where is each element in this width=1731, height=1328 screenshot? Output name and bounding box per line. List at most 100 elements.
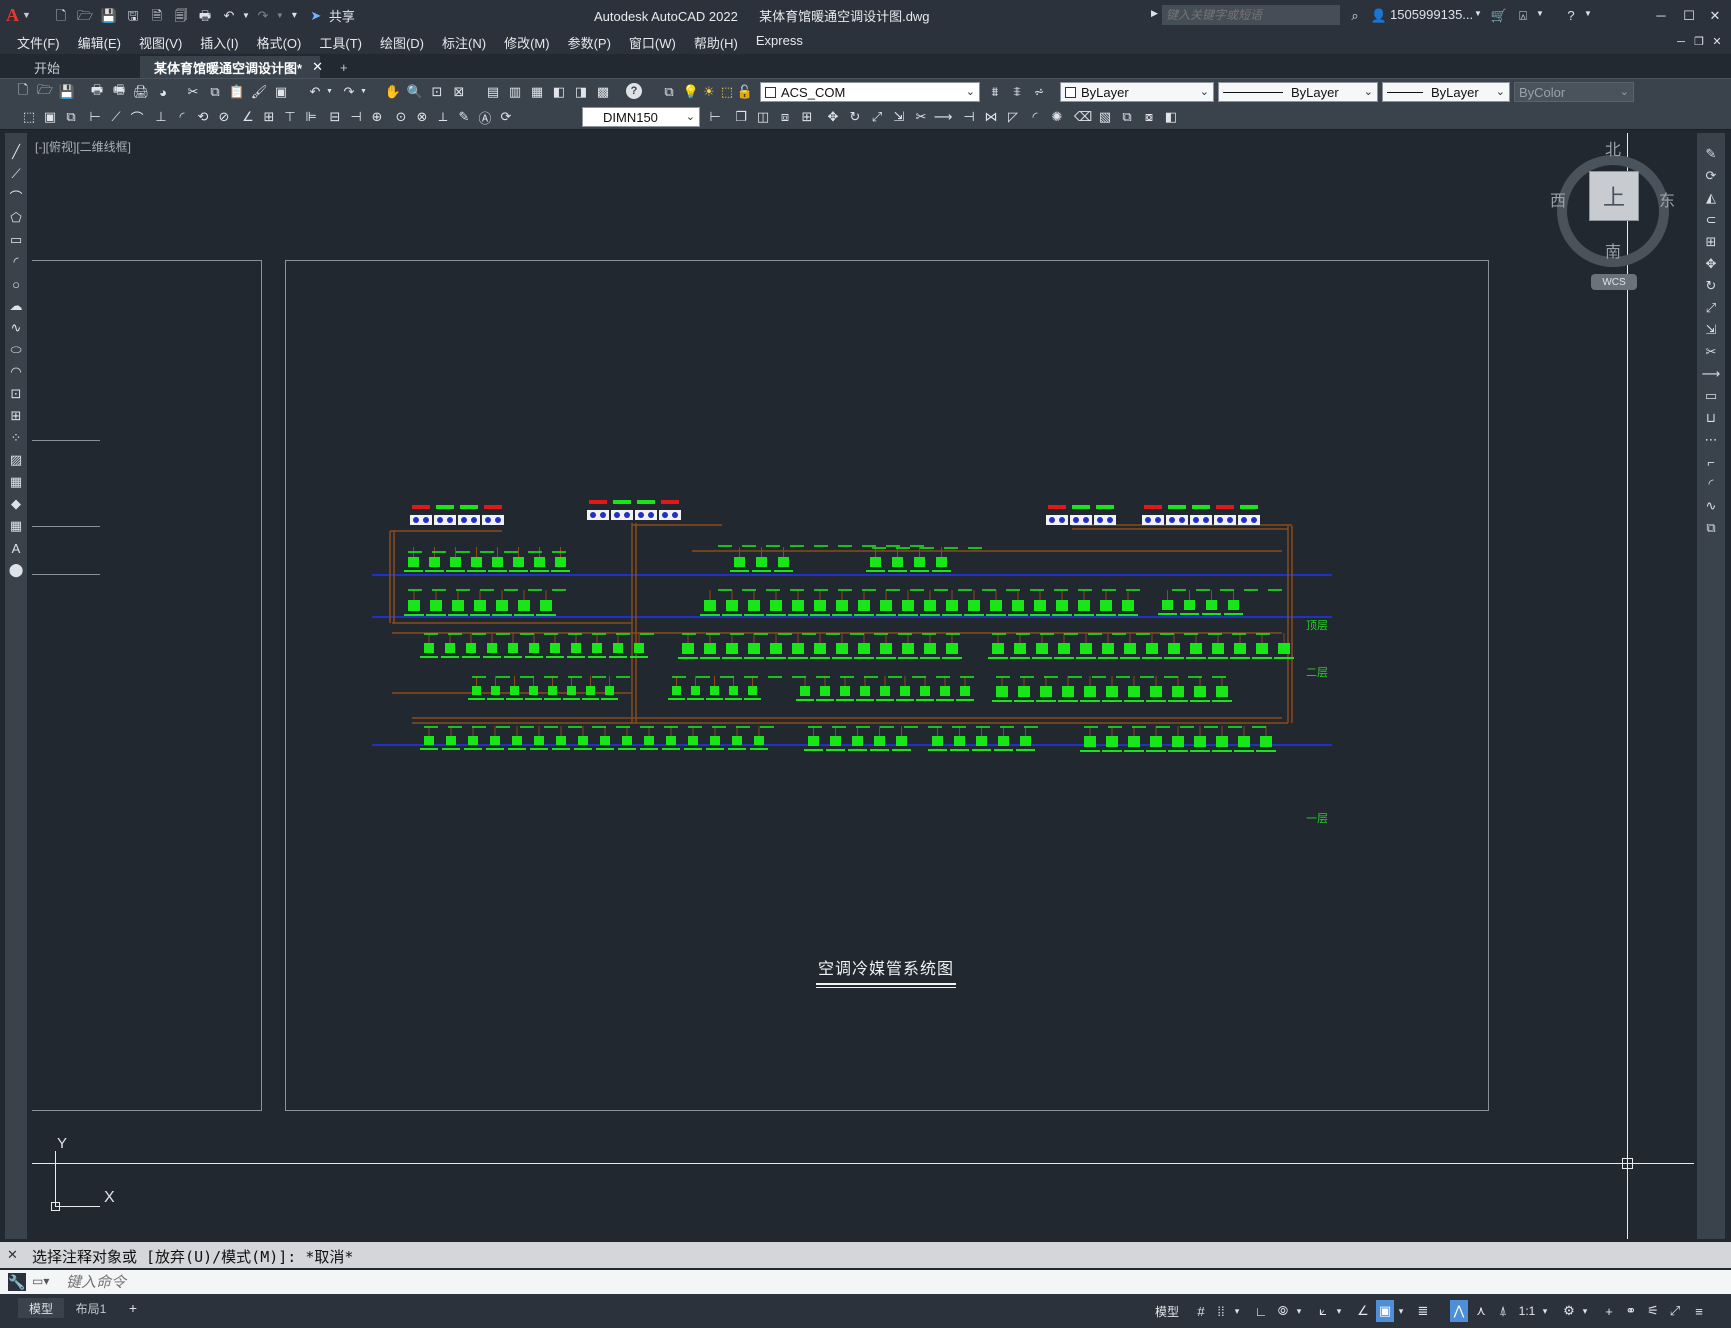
menu-item[interactable]: 插入(I) xyxy=(191,33,247,52)
dim-edit-icon[interactable]: ✎ xyxy=(455,108,473,126)
layer-combo[interactable]: ACS_COM ⌄ xyxy=(760,82,980,102)
tab-document[interactable]: 某体育馆暖通空调设计图* ✕ xyxy=(140,56,323,78)
chevron-down-icon[interactable]: ▼ xyxy=(1536,9,1544,18)
cut-icon[interactable]: ✂ xyxy=(184,83,202,101)
array-icon[interactable]: ⊞ xyxy=(1700,231,1722,253)
ellipse-arc-icon[interactable]: ◠ xyxy=(5,361,27,383)
dim-break-icon[interactable]: ⊣ xyxy=(347,108,365,126)
group-icon[interactable]: ⧉ xyxy=(1118,108,1136,126)
wcs-menu[interactable]: WCS xyxy=(1591,274,1637,290)
search-box[interactable] xyxy=(1162,5,1340,25)
scale-icon[interactable]: ⤢ xyxy=(1700,297,1722,319)
quick-dim-icon[interactable]: ⊞ xyxy=(260,108,278,126)
make-block-icon[interactable]: ⊞ xyxy=(5,405,27,427)
chevron-right-icon[interactable]: ▶ xyxy=(1151,8,1158,19)
compass-west[interactable]: 西 xyxy=(1550,187,1566,211)
add-layout-button[interactable]: + xyxy=(124,1298,142,1318)
polyline-icon[interactable]: ⌒ xyxy=(5,185,27,207)
mirror-icon[interactable]: ◫ xyxy=(754,108,772,126)
save-icon[interactable]: 💾 xyxy=(58,83,76,101)
region-icon[interactable]: ▧ xyxy=(1096,108,1114,126)
dimstyle-combo[interactable]: DIMN150 ⌄ xyxy=(582,107,700,127)
layer-state-icon[interactable]: ⩫ xyxy=(1030,83,1048,101)
plot-preview-icon[interactable]: 🖷 xyxy=(110,82,128,101)
array-icon[interactable]: ⊞ xyxy=(798,108,816,126)
join-icon[interactable]: ⋈ xyxy=(982,108,1000,126)
workspace-icon[interactable]: ⚙ xyxy=(1560,1300,1578,1322)
chevron-down-icon[interactable]: ▼ xyxy=(1584,9,1592,18)
isolate-icon[interactable]: ⤢ xyxy=(1666,1300,1684,1322)
close-icon[interactable]: ✕ xyxy=(7,1247,18,1263)
break-icon[interactable]: ⊣ xyxy=(960,108,978,126)
properties-icon[interactable]: ▤ xyxy=(484,83,502,101)
construction-line-icon[interactable]: ⟋ xyxy=(5,163,27,185)
publish-icon[interactable]: 🖨 xyxy=(132,83,150,101)
move-icon[interactable]: ✥ xyxy=(1700,253,1722,275)
stretch-icon[interactable]: ⇲ xyxy=(1700,319,1722,341)
command-prompt-icon[interactable]: ▭▾ xyxy=(32,1274,49,1288)
share-icon[interactable]: ➤ xyxy=(305,4,327,26)
3d-print-icon[interactable]: ◕ xyxy=(154,83,172,101)
insert-block-icon[interactable]: ⊡ xyxy=(5,383,27,405)
polar-icon[interactable]: ⦾ xyxy=(1274,1300,1292,1322)
multiline-text-icon[interactable]: A xyxy=(5,537,27,559)
isodraft-icon[interactable]: ⟀ xyxy=(1314,1300,1332,1322)
baseline-dim-icon[interactable]: ⊤ xyxy=(281,108,299,126)
circle-icon[interactable]: ○ xyxy=(5,273,27,295)
autoscale-icon[interactable]: ⋏ xyxy=(1472,1300,1490,1322)
line-icon[interactable]: ╱ xyxy=(5,141,27,163)
compass-north[interactable]: 北 xyxy=(1605,136,1621,160)
offset-icon[interactable]: ⊂ xyxy=(1700,209,1722,231)
menu-item[interactable]: 视图(V) xyxy=(130,33,191,52)
save-icon[interactable]: 💾 xyxy=(98,4,120,26)
chevron-down-icon[interactable]: ▾ xyxy=(1580,1300,1590,1322)
redo-icon[interactable]: ↷ xyxy=(252,4,274,26)
break-icon[interactable]: ⊔ xyxy=(1700,407,1722,429)
ordinate-dim-icon[interactable]: ⊥ xyxy=(152,108,170,126)
chevron-down-icon[interactable]: ▼ xyxy=(326,88,333,95)
xref-icon[interactable]: ⧉ xyxy=(62,108,80,126)
menu-item[interactable]: Express xyxy=(747,33,812,52)
copy-icon[interactable]: ⧉ xyxy=(206,83,224,101)
polygon-icon[interactable]: ⬠ xyxy=(5,207,27,229)
zoom-previous-icon[interactable]: ⊠ xyxy=(450,83,468,101)
explode-icon[interactable]: ✺ xyxy=(1048,108,1066,126)
stretch-icon[interactable]: ⇲ xyxy=(890,108,908,126)
quick-properties-icon[interactable]: ⚟ xyxy=(1644,1300,1662,1322)
compass-east[interactable]: 东 xyxy=(1659,187,1675,211)
join-icon[interactable]: ⋯ xyxy=(1700,429,1722,451)
chevron-down-icon[interactable]: ▾ xyxy=(1294,1300,1304,1322)
radius-dim-icon[interactable]: ◜ xyxy=(173,108,191,126)
cart-icon[interactable]: 🛒 xyxy=(1488,4,1510,26)
rotate-icon[interactable]: ↻ xyxy=(846,108,864,126)
annomonitor-icon[interactable]: + xyxy=(1600,1300,1618,1322)
gradient-icon[interactable]: ▦ xyxy=(5,471,27,493)
menu-item[interactable]: 帮助(H) xyxy=(685,33,747,52)
erase-icon[interactable]: ⌫ xyxy=(1074,108,1092,126)
customize-qat-icon[interactable]: ▾ xyxy=(292,10,297,21)
menu-item[interactable]: 格式(O) xyxy=(248,33,311,52)
new-file-icon[interactable]: 🗋 xyxy=(14,82,32,101)
chevron-down-icon[interactable]: ▾ xyxy=(1396,1300,1406,1322)
copy-icon[interactable]: ❐ xyxy=(732,108,750,126)
revision-cloud-icon[interactable]: ☁ xyxy=(5,295,27,317)
layer-lock-icon[interactable]: 🔓 xyxy=(736,83,754,101)
ortho-icon[interactable]: ∟ xyxy=(1252,1300,1270,1322)
close-icon[interactable]: ✕ xyxy=(312,59,323,75)
scale-icon[interactable]: ⤢ xyxy=(868,108,886,126)
wrench-icon[interactable]: 🔧 xyxy=(8,1273,26,1291)
diameter-dim-icon[interactable]: ⊘ xyxy=(215,108,233,126)
annotation-visibility-icon[interactable]: ⋀ xyxy=(1450,1300,1468,1322)
center-mark-icon[interactable]: ⊙ xyxy=(392,108,410,126)
jogged-linear-icon[interactable]: ⟂ xyxy=(434,108,452,126)
tool-palettes-icon[interactable]: ▦ xyxy=(528,83,546,101)
ellipse-icon[interactable]: ⬭ xyxy=(5,339,27,361)
erase-icon[interactable]: ✎ xyxy=(1700,143,1722,165)
angular-dim-icon[interactable]: ∠ xyxy=(239,108,257,126)
annotation-scale-icon[interactable]: ⍋ xyxy=(1494,1300,1512,1322)
lineweight-control-combo[interactable]: ByLayer ⌄ xyxy=(1382,82,1510,102)
layer-on-icon[interactable]: 💡 xyxy=(682,83,700,101)
undo-icon[interactable]: ↶ xyxy=(306,83,324,101)
layer-icon[interactable]: ⬚ xyxy=(20,108,38,126)
menu-item[interactable]: 文件(F) xyxy=(8,33,69,52)
